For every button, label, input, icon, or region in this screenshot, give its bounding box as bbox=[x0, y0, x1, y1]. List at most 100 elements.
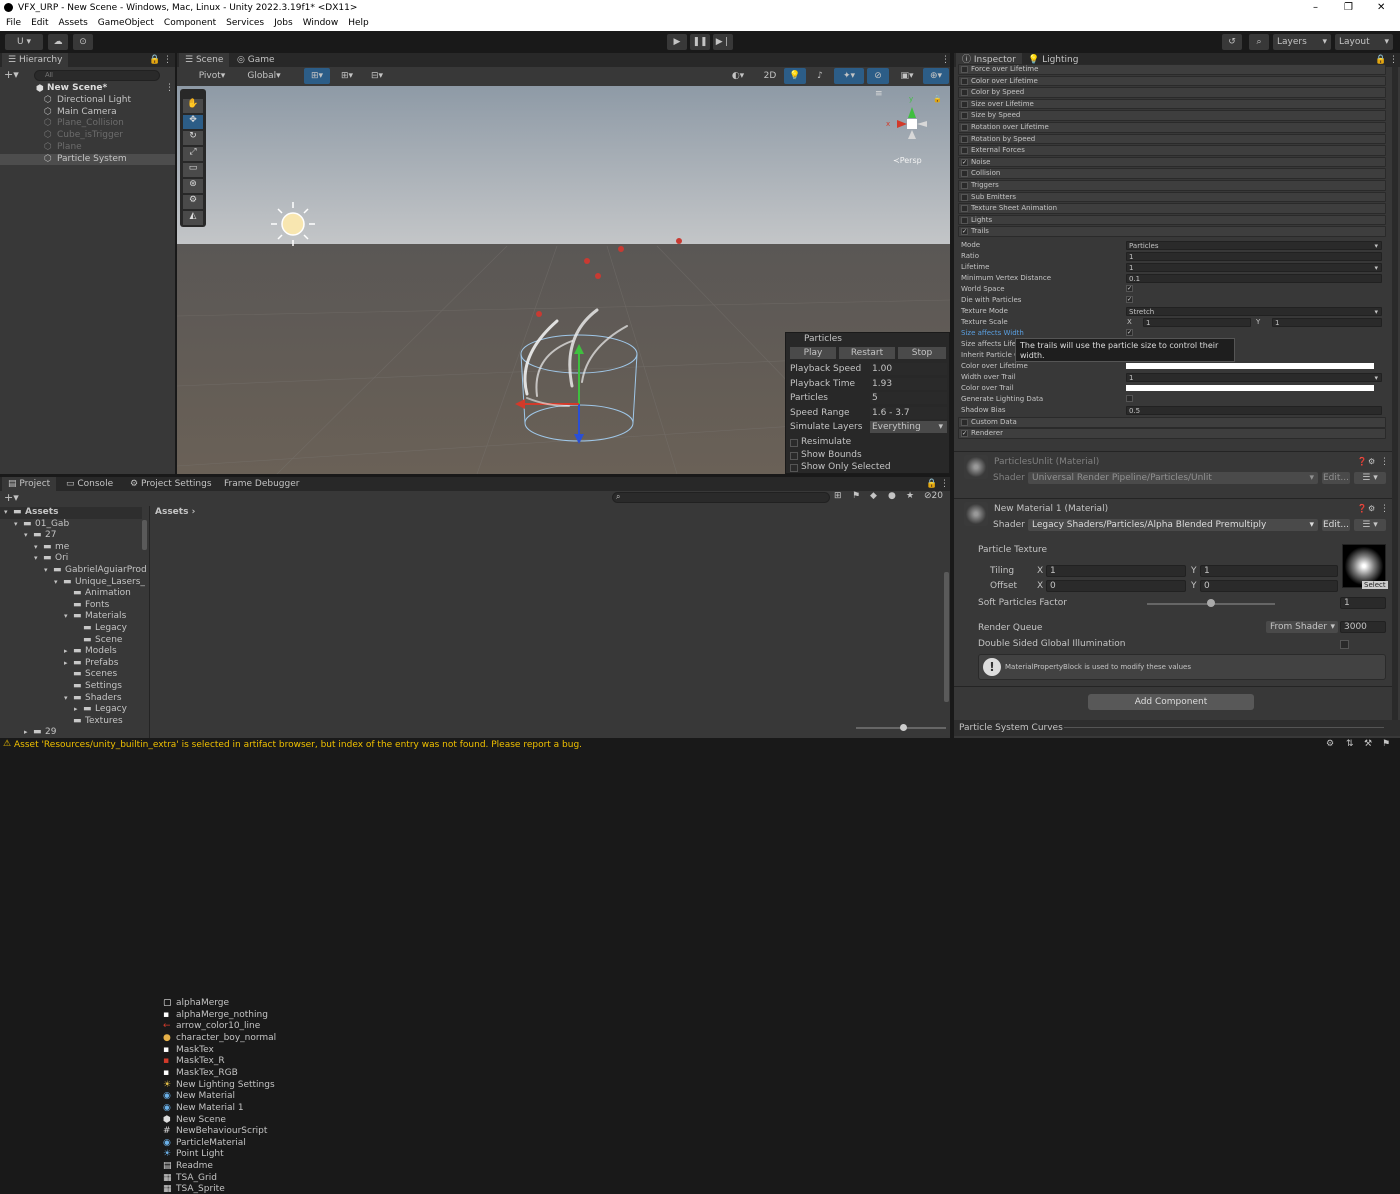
module-color-over-lifetime[interactable]: Color over Lifetime bbox=[958, 75, 1386, 87]
texture-scale-y-field[interactable]: 1 bbox=[1272, 318, 1382, 327]
hierarchy-item[interactable]: ⬡ Plane_Collision bbox=[0, 118, 175, 130]
material-more-icon[interactable]: ⋮ bbox=[1380, 457, 1389, 467]
module-color-by-speed[interactable]: Color by Speed bbox=[958, 87, 1386, 98]
overlay-row-value[interactable]: Everything ▾ bbox=[870, 421, 947, 434]
orientation-lock-icon[interactable]: 🔒 bbox=[933, 95, 942, 103]
hierarchy-search-input[interactable] bbox=[34, 70, 160, 81]
hierarchy-item[interactable]: ⬡ Main Camera bbox=[0, 107, 175, 119]
min-vertex-distance-field[interactable]: 0.1 bbox=[1126, 274, 1382, 283]
pivot-dropdown[interactable]: Pivot▾ bbox=[189, 68, 235, 84]
project-search-input[interactable] bbox=[612, 492, 830, 503]
asset-item[interactable]: Readme bbox=[176, 1161, 213, 1171]
asset-item[interactable]: arrow_color10_line bbox=[176, 1021, 260, 1031]
tree-arrow-icon[interactable]: ▾ bbox=[44, 566, 48, 574]
material-more-icon[interactable]: ⋮ bbox=[1380, 504, 1389, 514]
module-external-forces[interactable]: External Forces bbox=[958, 145, 1386, 156]
particle-system-curves-bar[interactable]: Particle System Curves bbox=[954, 720, 1400, 736]
gizmos-dropdown[interactable]: ⊕▾ bbox=[923, 68, 949, 84]
overlay-toggle-checkbox[interactable] bbox=[790, 451, 798, 460]
rotate-tool-icon[interactable]: ↻ bbox=[183, 131, 203, 145]
module-checkbox[interactable]: ✓ bbox=[961, 158, 968, 166]
search-by-label-icon[interactable]: ⚑ bbox=[852, 491, 860, 501]
asset-breadcrumb[interactable]: Assets › bbox=[155, 507, 195, 517]
asset-item[interactable]: MaskTex_R bbox=[176, 1056, 225, 1066]
restart-particles-button[interactable]: Restart bbox=[839, 347, 895, 359]
help-icon[interactable]: ❓ bbox=[1357, 504, 1367, 513]
hand-tool-icon[interactable]: ✋ bbox=[183, 99, 203, 113]
maximize-button[interactable]: ❐ bbox=[1344, 2, 1353, 13]
soft-particles-field[interactable]: 1 bbox=[1340, 597, 1386, 609]
tree-folder[interactable]: ▾ ▬ 01_Gab bbox=[0, 519, 142, 531]
tree-folder[interactable]: ▬ Fonts bbox=[0, 600, 142, 612]
mode-dropdown[interactable]: Particles ▾ bbox=[1126, 241, 1382, 250]
account-button[interactable]: U ▾ bbox=[5, 34, 43, 50]
offset-y-field[interactable]: 0 bbox=[1200, 580, 1338, 592]
tree-arrow-icon[interactable]: ▸ bbox=[74, 705, 78, 713]
favorite-icon[interactable]: ★ bbox=[906, 491, 914, 501]
module-checkbox[interactable] bbox=[961, 216, 968, 224]
module-custom-data[interactable]: Custom Data bbox=[958, 417, 1386, 428]
module-trails[interactable]: Trails ✓ bbox=[958, 226, 1386, 237]
tree-folder[interactable]: ▬ Animation bbox=[0, 588, 142, 600]
project-more-icon[interactable]: ⋮ bbox=[940, 479, 949, 489]
minimize-button[interactable]: – bbox=[1313, 2, 1318, 13]
layers-dropdown[interactable]: Layers ▾ bbox=[1273, 34, 1331, 50]
module-noise[interactable]: Noise ✓ bbox=[958, 156, 1386, 168]
tree-folder[interactable]: ▬ Textures bbox=[0, 716, 142, 728]
menu-window[interactable]: Window bbox=[303, 16, 339, 31]
asset-item[interactable]: alphaMerge bbox=[176, 998, 229, 1008]
inspector-scrollbar[interactable] bbox=[1392, 67, 1398, 732]
tree-arrow-icon[interactable]: ▸ bbox=[64, 647, 68, 655]
tree-folder[interactable]: ▬ Legacy bbox=[0, 623, 142, 635]
asset-item[interactable]: New Lighting Settings bbox=[176, 1080, 275, 1090]
network-icon[interactable]: ⇅ bbox=[1346, 739, 1354, 749]
module-checkbox[interactable] bbox=[961, 124, 968, 131]
overlay-toggle-checkbox[interactable] bbox=[790, 464, 798, 472]
tree-arrow-icon[interactable]: ▾ bbox=[54, 578, 58, 586]
tree-arrow-icon[interactable]: ▾ bbox=[34, 554, 38, 562]
menu-help[interactable]: Help bbox=[348, 16, 369, 31]
asset-item[interactable]: MaskTex bbox=[176, 1045, 214, 1055]
overlay-row-value[interactable]: 1.00 bbox=[870, 363, 947, 375]
menu-assets[interactable]: Assets bbox=[59, 16, 88, 31]
hierarchy-item[interactable]: ⬡ Cube_isTrigger bbox=[0, 130, 175, 142]
hidden-objects-icon[interactable]: ⊘ bbox=[867, 68, 889, 84]
asset-item[interactable]: New Material 1 bbox=[176, 1103, 244, 1113]
edit-shader-button[interactable]: Edit... bbox=[1322, 472, 1350, 484]
scale-tool-icon[interactable]: ⤢ bbox=[183, 147, 203, 161]
camera-settings-icon[interactable]: ▣▾ bbox=[894, 68, 920, 84]
pause-button[interactable]: ❚❚ bbox=[690, 34, 710, 50]
tree-folder[interactable]: ▸ ▬ Models bbox=[0, 646, 142, 658]
menu-file[interactable]: File bbox=[6, 16, 21, 31]
shader-dropdown[interactable]: Universal Render Pipeline/Particles/Unli… bbox=[1028, 472, 1318, 484]
snap-settings-button[interactable]: ⊟▾ bbox=[364, 68, 390, 84]
close-button[interactable]: ✕ bbox=[1377, 2, 1385, 13]
tab-project[interactable]: ▤ Project bbox=[2, 477, 57, 491]
module-checkbox[interactable] bbox=[961, 170, 968, 178]
particle-tool-icon[interactable]: ◭ bbox=[183, 211, 203, 225]
module-checkbox[interactable] bbox=[961, 147, 968, 155]
asset-item[interactable]: Point Light bbox=[176, 1149, 224, 1159]
tree-folder[interactable]: ▾ ▬ Assets bbox=[0, 507, 142, 519]
shader-menu-button[interactable]: ☰ ▾ bbox=[1354, 472, 1386, 484]
cloud-icon[interactable]: ☁ bbox=[48, 34, 68, 50]
step-button[interactable]: ▶❘ bbox=[713, 34, 733, 50]
lifetime-field[interactable]: 1 ▾ bbox=[1126, 263, 1382, 272]
edit-shader-button[interactable]: Edit... bbox=[1322, 519, 1350, 531]
project-create-button[interactable]: +▾ bbox=[4, 491, 19, 504]
module-checkbox[interactable] bbox=[961, 135, 968, 143]
world-space-checkbox[interactable]: ✓ bbox=[1126, 285, 1133, 292]
shader-menu-button[interactable]: ☰ ▾ bbox=[1354, 519, 1386, 531]
create-button[interactable]: +▾ bbox=[4, 68, 19, 81]
module-size-by-speed[interactable]: Size by Speed bbox=[958, 110, 1386, 121]
module-checkbox[interactable] bbox=[961, 112, 968, 120]
tab-scene[interactable]: ☰ Scene bbox=[179, 53, 230, 67]
overlay-toggle-checkbox[interactable] bbox=[790, 439, 798, 447]
menu-services[interactable]: Services bbox=[226, 16, 264, 31]
asset-item[interactable]: character_boy_normal bbox=[176, 1033, 276, 1043]
info-icon[interactable]: ● bbox=[888, 491, 896, 501]
tab-console[interactable]: ▭ Console bbox=[60, 477, 119, 491]
tiling-x-field[interactable]: 1 bbox=[1046, 565, 1186, 577]
shader-dropdown[interactable]: Legacy Shaders/Particles/Alpha Blended P… bbox=[1028, 519, 1318, 531]
history-icon[interactable]: ↺ bbox=[1222, 34, 1242, 50]
